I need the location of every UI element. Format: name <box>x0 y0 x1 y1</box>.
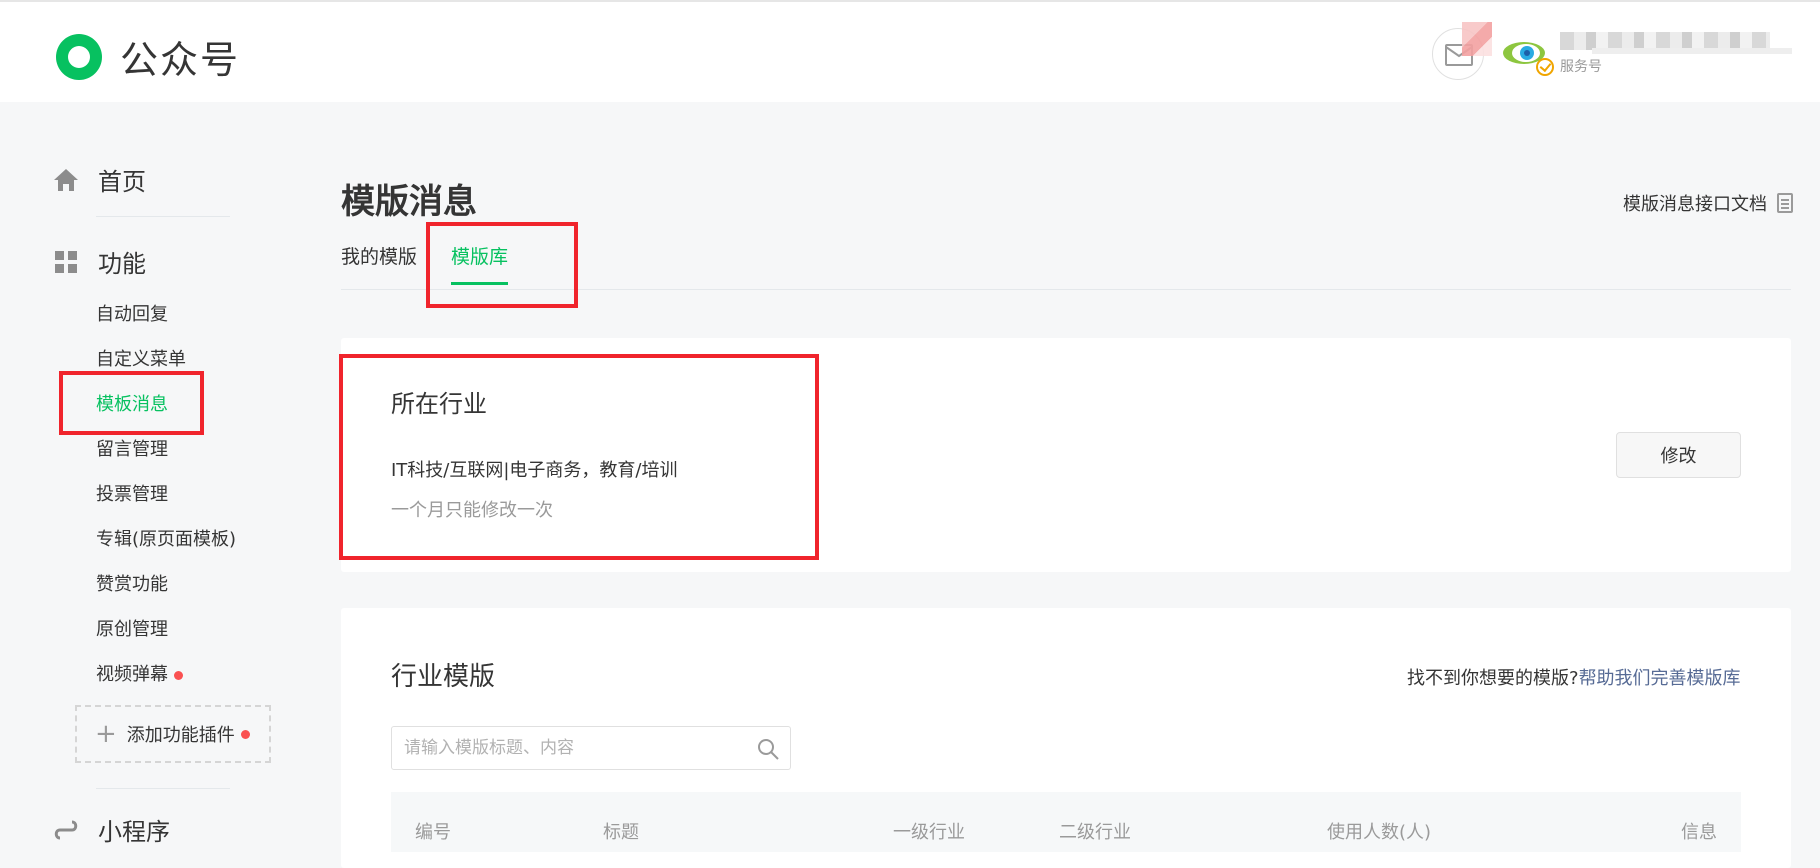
improve-library-link[interactable]: 帮助我们完善模版库 <box>1579 668 1741 689</box>
template-api-doc-link[interactable]: 模版消息接口文档 <box>1623 190 1793 216</box>
wechat-official-account-logo-icon <box>52 29 106 84</box>
divider <box>96 216 230 217</box>
sidebar-item-original[interactable]: 原创管理 <box>96 615 168 641</box>
column-header: 标题 <box>603 822 639 843</box>
sidebar-item-auto-reply[interactable]: 自动回复 <box>96 300 168 326</box>
verified-badge-icon <box>1536 58 1554 76</box>
modify-industry-button[interactable]: 修改 <box>1616 432 1741 478</box>
sidebar-item-label: 视频弹幕 <box>96 664 168 685</box>
divider <box>96 788 230 789</box>
industry-tip: 一个月只能修改一次 <box>391 500 553 521</box>
table-header: 编号 标题 一级行业 二级行业 使用人数(人) 信息 <box>391 792 1741 852</box>
account-type: 服务号 <box>1560 59 1602 75</box>
tab-bar: 我的模版 模版库 <box>341 242 1791 290</box>
page-title: 模版消息 <box>341 182 477 222</box>
column-header: 使用人数(人) <box>1327 822 1432 843</box>
sidebar-section-label: 小程序 <box>98 818 170 846</box>
sidebar-item-comments[interactable]: 留言管理 <box>96 435 168 461</box>
column-header: 一级行业 <box>893 822 965 843</box>
tab-template-library[interactable]: 模版库 <box>451 242 509 285</box>
account-name-blurred-2 <box>1592 48 1792 54</box>
grid-icon <box>55 250 77 273</box>
home-icon <box>54 168 78 191</box>
top-bar: 公众号 服务号 <box>0 0 1820 102</box>
column-header: 二级行业 <box>1059 822 1131 843</box>
sidebar-section-label: 功能 <box>98 250 146 278</box>
industry-card: 所在行业 IT科技/互联网|电子商务，教育/培训 一个月只能修改一次 修改 <box>341 338 1791 572</box>
industry-title: 所在行业 <box>391 390 487 418</box>
help-text: 找不到你想要的模版?帮助我们完善模版库 <box>1407 664 1741 690</box>
sidebar-item-home[interactable]: 首页 <box>52 162 146 197</box>
search-input[interactable] <box>404 727 744 769</box>
industry-templates-card: 行业模版 找不到你想要的模版?帮助我们完善模版库 编号 标题 一级行业 二级行业… <box>341 608 1791 868</box>
sidebar-item-template-message[interactable]: 模板消息 <box>96 390 168 416</box>
add-plugin-label: 添加功能插件 <box>126 725 235 746</box>
template-search <box>391 726 791 770</box>
new-dot-icon <box>240 729 250 739</box>
sidebar-item-reward[interactable]: 赞赏功能 <box>96 570 168 596</box>
app-title: 公众号 <box>120 38 241 82</box>
sidebar-item-votes[interactable]: 投票管理 <box>96 480 168 506</box>
logo[interactable]: 公众号 <box>52 29 240 84</box>
industry-value: IT科技/互联网|电子商务，教育/培训 <box>391 460 678 481</box>
add-plugin-button[interactable]: + 添加功能插件 <box>75 705 271 763</box>
sidebar-item-label: 首页 <box>98 168 146 196</box>
new-dot-icon <box>174 670 183 680</box>
column-header: 编号 <box>415 822 451 843</box>
sidebar-item-album[interactable]: 专辑(原页面模板) <box>96 525 236 551</box>
sidebar-section-features[interactable]: 功能 <box>52 244 146 279</box>
doc-link-label: 模版消息接口文档 <box>1623 194 1767 215</box>
sidebar-item-video-danmaku[interactable]: 视频弹幕 <box>96 660 183 686</box>
miniprogram-icon <box>54 820 78 839</box>
document-icon <box>1777 193 1793 213</box>
blurred-mosaic <box>1462 22 1492 56</box>
tab-my-templates[interactable]: 我的模版 <box>341 242 417 269</box>
section-title: 行业模版 <box>391 662 496 692</box>
search-icon[interactable] <box>756 737 780 761</box>
sidebar: 首页 功能 自动回复 自定义菜单 模板消息 留言管理 投票管理 专辑(原页面模板… <box>0 102 300 846</box>
plus-icon: + <box>95 719 117 749</box>
column-header: 信息 <box>1681 822 1717 843</box>
sidebar-item-custom-menu[interactable]: 自定义菜单 <box>96 345 186 371</box>
sidebar-section-miniprogram[interactable]: 小程序 <box>52 812 170 847</box>
help-prefix: 找不到你想要的模版? <box>1407 668 1579 689</box>
